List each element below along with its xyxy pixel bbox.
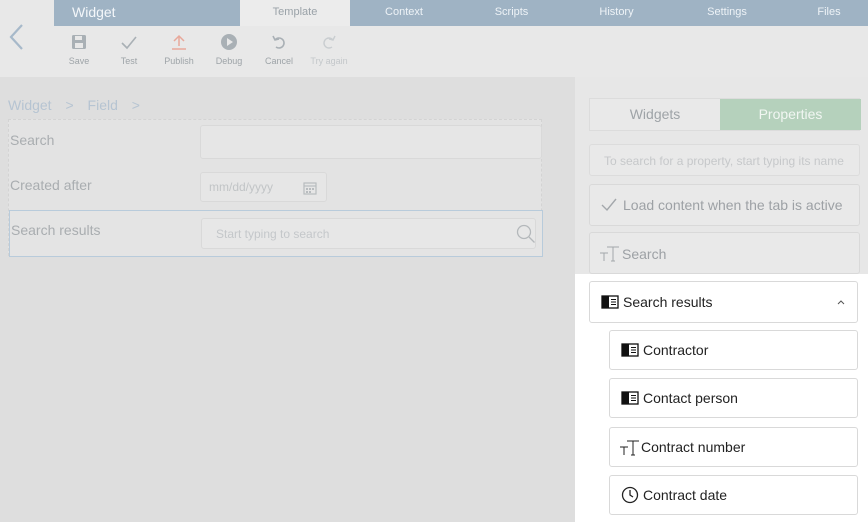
date-placeholder: mm/dd/yyyy [209, 180, 274, 194]
test-label: Test [120, 56, 138, 66]
tab-history[interactable]: History [574, 0, 659, 26]
cancel-button[interactable]: Cancel [257, 32, 301, 66]
chevron-left-icon [9, 24, 23, 50]
tree-item-search-results-label: Search results [623, 294, 713, 310]
search-icon [516, 224, 535, 243]
app-title: Widget [72, 4, 116, 20]
text-field-icon [620, 440, 639, 456]
panel-switch: Widgets Properties [589, 98, 861, 131]
undo-icon [272, 35, 285, 49]
properties-panel: Widgets Properties To search for a prope… [575, 77, 868, 522]
load-content-label: Load content when the tab is active [623, 197, 843, 213]
tab-properties[interactable]: Properties [720, 99, 861, 130]
back-area [0, 0, 54, 77]
upload-icon [172, 34, 186, 50]
created-after-date-input[interactable]: mm/dd/yyyy [200, 172, 327, 202]
search-results-label: Search results [11, 222, 101, 238]
redo-icon [323, 35, 336, 49]
cancel-label: Cancel [264, 56, 293, 66]
search-results-row[interactable]: Search results Start typing to search [9, 210, 543, 257]
debug-label: Debug [215, 56, 243, 66]
check-icon [601, 198, 617, 212]
search-label: Search [10, 132, 55, 148]
tree-item-contractor[interactable]: Contractor [609, 330, 858, 370]
search-results-input[interactable]: Start typing to search [201, 218, 536, 249]
breadcrumb-field[interactable]: Field [88, 97, 118, 113]
clock-icon [621, 486, 639, 504]
template-canvas: Widget > Field > Search Created after mm… [0, 77, 575, 522]
tree-item-label: Contact person [643, 390, 738, 406]
tree-item-contact-person[interactable]: Contact person [609, 378, 858, 418]
search-results-placeholder: Start typing to search [216, 227, 330, 241]
breadcrumb-separator: > [131, 97, 140, 113]
back-button[interactable] [6, 22, 28, 52]
created-after-label: Created after [10, 177, 92, 193]
tree-item-label: Contract number [641, 439, 746, 455]
publish-button[interactable]: Publish [157, 32, 201, 66]
tab-files[interactable]: Files [794, 0, 864, 26]
widget-form[interactable]: Search Created after mm/dd/yyyy Search r… [8, 119, 543, 257]
catalog-icon [621, 343, 639, 357]
test-button[interactable]: Test [107, 32, 151, 66]
play-circle-icon [221, 34, 237, 50]
try-again-label: Try again [310, 56, 348, 66]
debug-button[interactable]: Debug [207, 32, 251, 66]
tree-item-label: Contractor [643, 342, 709, 358]
try-again-button[interactable]: Try again [307, 32, 351, 66]
tree-item-label: Contract date [643, 487, 728, 503]
tab-widgets[interactable]: Widgets [590, 99, 720, 130]
check-icon [121, 36, 137, 50]
toolbar: Save Test Publish Debug Cancel Try again [54, 26, 868, 77]
breadcrumb-separator: > [65, 97, 74, 113]
save-icon [72, 35, 86, 49]
property-search-placeholder: To search for a property, start typing i… [604, 154, 844, 168]
breadcrumb-widget[interactable]: Widget [8, 97, 52, 113]
selected-tree-area: Search results Contractor Contact person… [575, 274, 868, 522]
publish-label: Publish [164, 56, 194, 66]
save-button[interactable]: Save [57, 32, 101, 66]
search-input[interactable] [200, 125, 542, 159]
tree-item-contract-number[interactable]: Contract number [609, 427, 858, 467]
catalog-icon [601, 295, 619, 309]
catalog-icon [621, 391, 639, 405]
tree-item-search-label: Search [622, 246, 667, 262]
tab-template[interactable]: Template [240, 0, 350, 26]
property-search-input[interactable]: To search for a property, start typing i… [589, 144, 860, 176]
save-label: Save [68, 56, 90, 66]
tree-item-search-results[interactable]: Search results [589, 281, 858, 323]
breadcrumb: Widget > Field > [8, 97, 150, 113]
chevron-up-icon [837, 300, 845, 305]
tab-settings[interactable]: Settings [682, 0, 772, 26]
tab-scripts[interactable]: Scripts [469, 0, 554, 26]
top-nav: Widget Template Context Scripts History … [54, 0, 868, 26]
tree-item-search[interactable]: Search [589, 232, 860, 274]
text-field-icon [600, 246, 619, 262]
calendar-icon [303, 182, 317, 195]
tab-context[interactable]: Context [359, 0, 449, 26]
tree-item-contract-date[interactable]: Contract date [609, 475, 858, 515]
load-content-option[interactable]: Load content when the tab is active [589, 184, 860, 226]
